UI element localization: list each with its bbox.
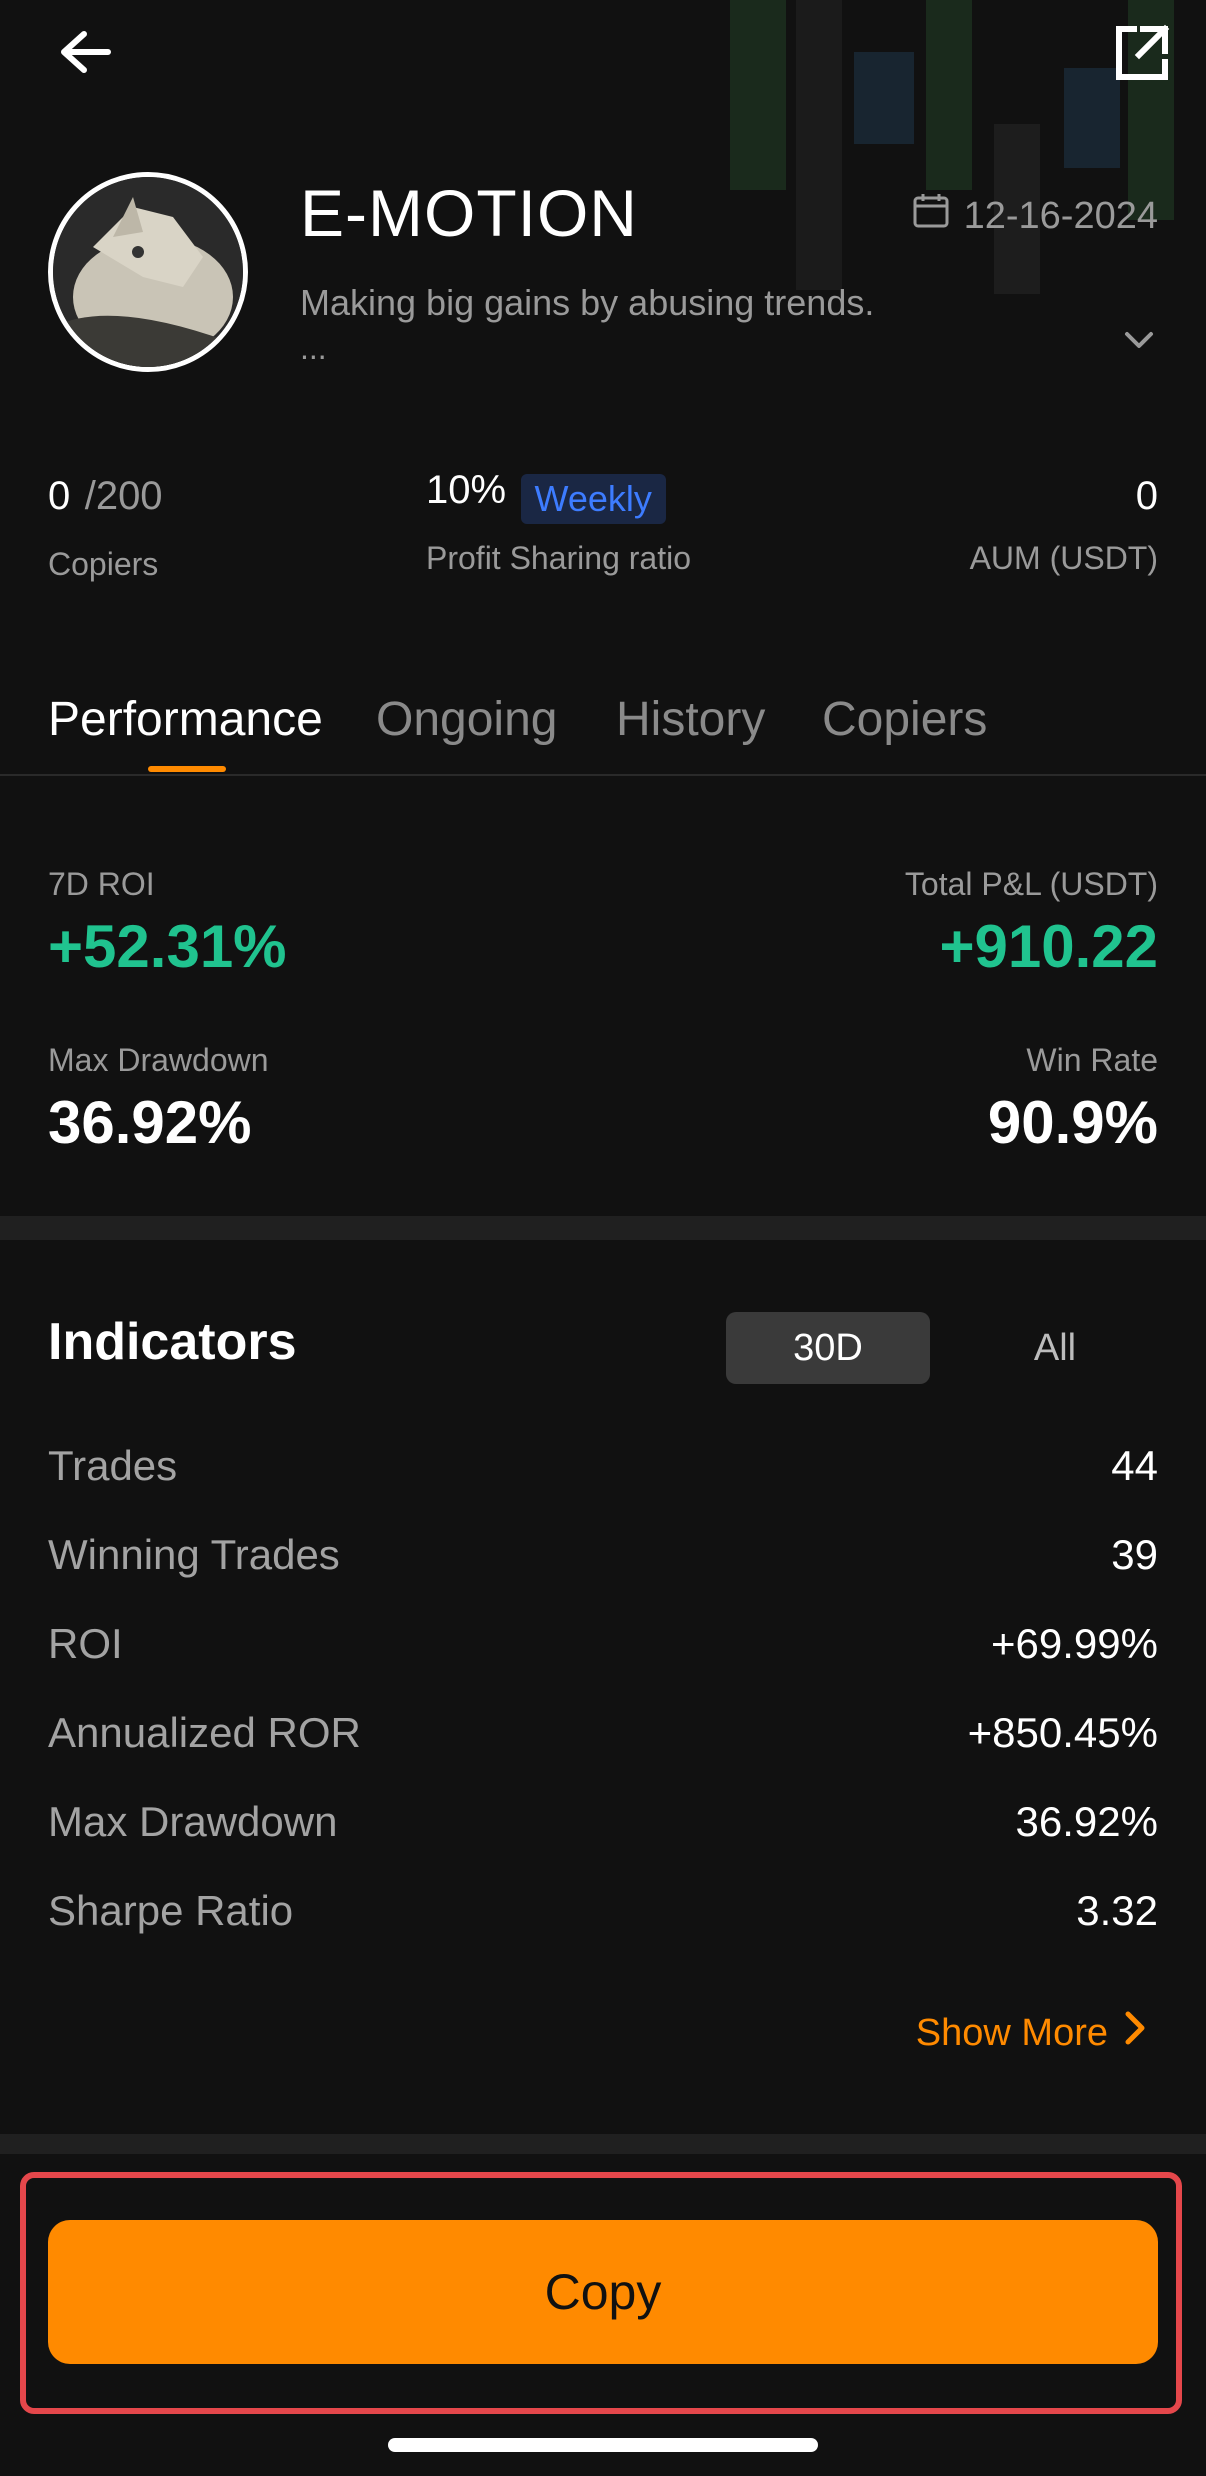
indicator-label: Winning Trades — [48, 1531, 340, 1578]
period-all-button[interactable]: All — [990, 1312, 1120, 1384]
tab-ongoing[interactable]: Ongoing — [376, 692, 557, 747]
section-divider — [0, 2134, 1206, 2154]
chevron-right-icon — [1124, 2010, 1146, 2056]
indicator-value: +850.45% — [967, 1709, 1158, 1756]
tab-copiers[interactable]: Copiers — [822, 692, 987, 747]
drawdown-label: Max Drawdown — [48, 1042, 269, 1078]
aum-label: AUM (USDT) — [969, 540, 1158, 576]
date-text: 12-16-2024 — [963, 194, 1158, 237]
back-arrow-icon[interactable] — [48, 22, 120, 82]
profit-share-value: 10% — [426, 468, 507, 512]
winrate-value: 90.9% — [987, 1089, 1158, 1156]
profit-sharing-stat: 10% Weekly — [426, 468, 666, 524]
join-date: 12-16-2024 — [912, 192, 1158, 240]
indicator-value: 39 — [1111, 1531, 1158, 1578]
copiers-label: Copiers — [48, 546, 159, 582]
copiers-stat: 0 /200 — [48, 474, 163, 519]
aum-value: 0 — [1135, 474, 1158, 518]
trader-name: E-MOTION — [300, 176, 638, 250]
indicator-label: Trades — [48, 1442, 178, 1489]
roi-value: +52.31% — [48, 913, 287, 980]
indicator-label: Max Drawdown — [48, 1798, 338, 1845]
indicators-title: Indicators — [48, 1313, 297, 1371]
tab-performance[interactable]: Performance — [48, 692, 323, 747]
indicator-value: 44 — [1111, 1442, 1158, 1489]
bio-ellipsis: ... — [300, 330, 327, 366]
home-indicator[interactable] — [388, 2438, 818, 2452]
tab-bar: Performance Ongoing History Copiers — [0, 660, 1206, 776]
copiers-value: 0 — [48, 474, 71, 518]
chevron-down-icon[interactable] — [1124, 330, 1154, 355]
active-tab-indicator — [148, 766, 226, 772]
pnl-label: Total P&L (USDT) — [904, 866, 1158, 902]
trader-bio: Making big gains by abusing trends. — [300, 282, 875, 323]
roi-label: 7D ROI — [48, 866, 155, 902]
winrate-label: Win Rate — [1026, 1042, 1158, 1078]
show-more-label: Show More — [915, 2011, 1108, 2054]
copiers-max: /200 — [84, 474, 163, 518]
indicator-label: Sharpe Ratio — [48, 1887, 294, 1934]
indicator-label: Annualized ROR — [48, 1709, 361, 1756]
share-icon[interactable] — [1106, 18, 1176, 88]
avatar — [48, 172, 248, 372]
show-more-link[interactable]: Show More — [916, 2010, 1146, 2056]
indicator-label: ROI — [48, 1620, 123, 1667]
indicator-value: 3.32 — [1076, 1887, 1158, 1934]
profit-share-label: Profit Sharing ratio — [426, 540, 692, 576]
tab-history[interactable]: History — [616, 692, 765, 747]
frequency-badge: Weekly — [520, 473, 666, 524]
profile-header: E-MOTION 12-16-2024 Making big gains by … — [0, 0, 1206, 640]
section-divider — [0, 1216, 1206, 1240]
calendar-icon — [912, 192, 950, 240]
indicator-value: +69.99% — [991, 1620, 1158, 1667]
indicator-value: 36.92% — [1015, 1798, 1158, 1845]
drawdown-value: 36.92% — [48, 1089, 252, 1156]
period-30d-button[interactable]: 30D — [726, 1312, 930, 1384]
pnl-value: +910.22 — [939, 913, 1158, 980]
copy-button[interactable]: Copy — [48, 2220, 1158, 2364]
